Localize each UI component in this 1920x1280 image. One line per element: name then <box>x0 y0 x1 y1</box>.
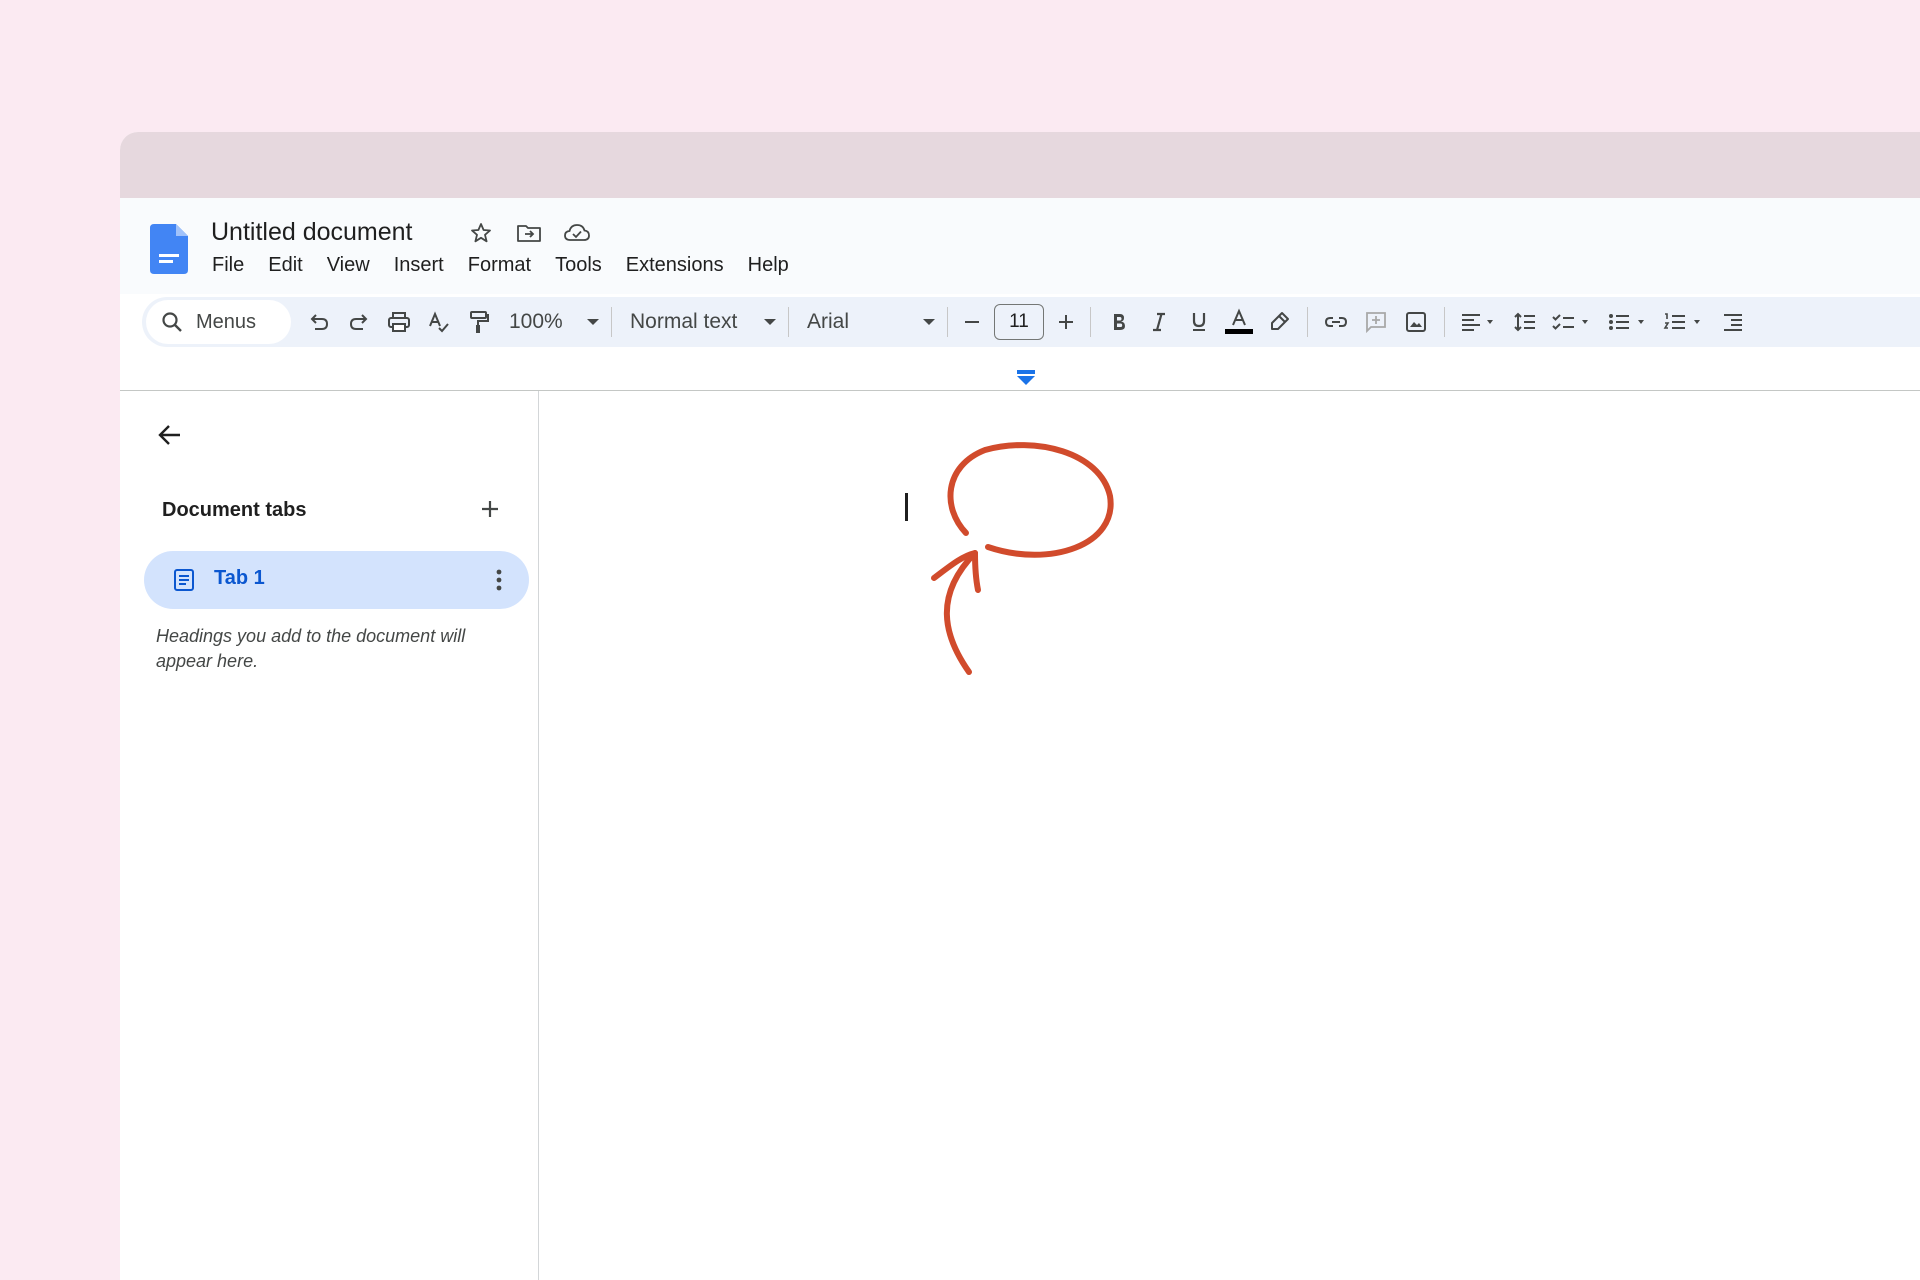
align-button[interactable] <box>1453 302 1505 342</box>
underline-icon <box>1192 313 1206 331</box>
insert-link-button[interactable] <box>1316 302 1356 342</box>
decrease-font-size-button[interactable] <box>956 302 988 342</box>
browser-window: Untitled document File Edit View Insert … <box>120 132 1920 1280</box>
tab-item-1[interactable]: Tab 1 <box>144 551 529 609</box>
chevron-down-icon <box>764 319 776 325</box>
highlight-color-button[interactable] <box>1259 302 1299 342</box>
close-sidebar-button[interactable] <box>152 417 188 453</box>
document-page[interactable] <box>540 391 1920 1280</box>
menu-bar: File Edit View Insert Format Tools Exten… <box>212 252 813 281</box>
paint-format-icon <box>470 311 489 333</box>
add-comment-icon <box>1366 312 1386 334</box>
add-comment-button[interactable] <box>1356 302 1396 342</box>
toolbar-divider <box>611 307 612 337</box>
search-menus-label: Menus <box>196 310 257 333</box>
paragraph-style-select[interactable]: Normal text <box>620 310 780 334</box>
menu-file[interactable]: File <box>212 252 256 281</box>
redo-icon <box>349 314 368 330</box>
print-button[interactable] <box>379 302 419 342</box>
zoom-select[interactable]: 100% <box>499 310 603 334</box>
document-area: Document tabs Tab 1 Headings you add to … <box>120 390 1920 1280</box>
indent-button[interactable] <box>1713 302 1753 342</box>
line-spacing-button[interactable] <box>1505 302 1545 342</box>
italic-button[interactable] <box>1139 302 1179 342</box>
minus-icon <box>965 321 979 323</box>
link-icon <box>1324 317 1348 327</box>
undo-button[interactable] <box>299 302 339 342</box>
menu-help[interactable]: Help <box>748 252 801 281</box>
chevron-down-icon <box>923 319 935 325</box>
zoom-value: 100% <box>509 310 563 333</box>
menu-extensions[interactable]: Extensions <box>626 252 736 281</box>
document-title[interactable]: Untitled document <box>211 218 413 247</box>
search-menus-button[interactable]: Menus <box>146 300 291 344</box>
paint-format-button[interactable] <box>459 302 499 342</box>
italic-icon <box>1153 312 1165 332</box>
checklist-button[interactable] <box>1545 302 1601 342</box>
more-vert-icon <box>496 569 502 591</box>
toolbar-divider <box>947 307 948 337</box>
undo-icon <box>310 314 329 330</box>
formatting-toolbar: Menus 100% Normal text Arial 11 <box>142 297 1920 347</box>
numbered-list-icon <box>1663 313 1700 329</box>
underline-button[interactable] <box>1179 302 1219 342</box>
bulleted-list-icon <box>1609 314 1644 330</box>
window-titlebar <box>120 132 1920 198</box>
redo-button[interactable] <box>339 302 379 342</box>
text-color-icon <box>1225 308 1253 334</box>
title-actions <box>466 218 592 248</box>
line-spacing-icon <box>1514 312 1535 332</box>
menu-format[interactable]: Format <box>468 252 543 281</box>
outline-hint-text: Headings you add to the document will ap… <box>156 626 466 671</box>
text-color-button[interactable] <box>1219 302 1259 342</box>
spellcheck-button[interactable] <box>419 302 459 342</box>
increase-font-size-button[interactable] <box>1050 302 1082 342</box>
star-icon[interactable] <box>466 218 496 248</box>
docs-logo-icon[interactable] <box>150 224 188 274</box>
document-tabs-heading: Document tabs <box>162 499 307 521</box>
menu-tools[interactable]: Tools <box>555 252 614 281</box>
add-tab-button[interactable] <box>473 492 507 526</box>
highlighter-icon <box>1271 312 1289 330</box>
menu-insert[interactable]: Insert <box>394 252 456 281</box>
toolbar-divider <box>1090 307 1091 337</box>
bold-button[interactable] <box>1099 302 1139 342</box>
menu-view[interactable]: View <box>327 252 382 281</box>
cloud-status-icon[interactable] <box>562 218 592 248</box>
paragraph-style-value: Normal text <box>630 310 738 333</box>
menu-edit[interactable]: Edit <box>268 252 314 281</box>
tab-more-options-button[interactable] <box>482 563 516 597</box>
bold-icon <box>1114 314 1125 330</box>
document-outline-sidebar: Document tabs Tab 1 Headings you add to … <box>120 391 539 1280</box>
search-icon <box>162 312 182 332</box>
indent-icon <box>1724 314 1742 331</box>
font-select[interactable]: Arial <box>797 310 939 334</box>
move-to-folder-icon[interactable] <box>514 218 544 248</box>
numbered-list-button[interactable] <box>1657 302 1713 342</box>
toolbar-divider <box>1444 307 1445 337</box>
docs-header: Untitled document File Edit View Insert … <box>120 198 1920 294</box>
plus-icon <box>482 501 498 517</box>
chevron-down-icon <box>587 319 599 325</box>
toolbar-divider <box>1307 307 1308 337</box>
font-value: Arial <box>807 310 850 333</box>
bulleted-list-button[interactable] <box>1601 302 1657 342</box>
font-size-input[interactable]: 11 <box>994 304 1044 340</box>
document-tab-icon <box>174 569 194 591</box>
tab-label: Tab 1 <box>214 567 265 589</box>
text-cursor <box>905 493 908 521</box>
image-icon <box>1406 312 1426 332</box>
ruler-indent-marker[interactable] <box>1017 370 1035 386</box>
insert-image-button[interactable] <box>1396 302 1436 342</box>
toolbar-divider <box>788 307 789 337</box>
print-icon <box>388 312 410 332</box>
align-left-icon <box>1462 314 1493 331</box>
spellcheck-icon <box>429 311 449 333</box>
arrow-back-icon <box>158 425 180 445</box>
plus-icon <box>1059 315 1073 329</box>
checklist-icon <box>1552 314 1588 330</box>
